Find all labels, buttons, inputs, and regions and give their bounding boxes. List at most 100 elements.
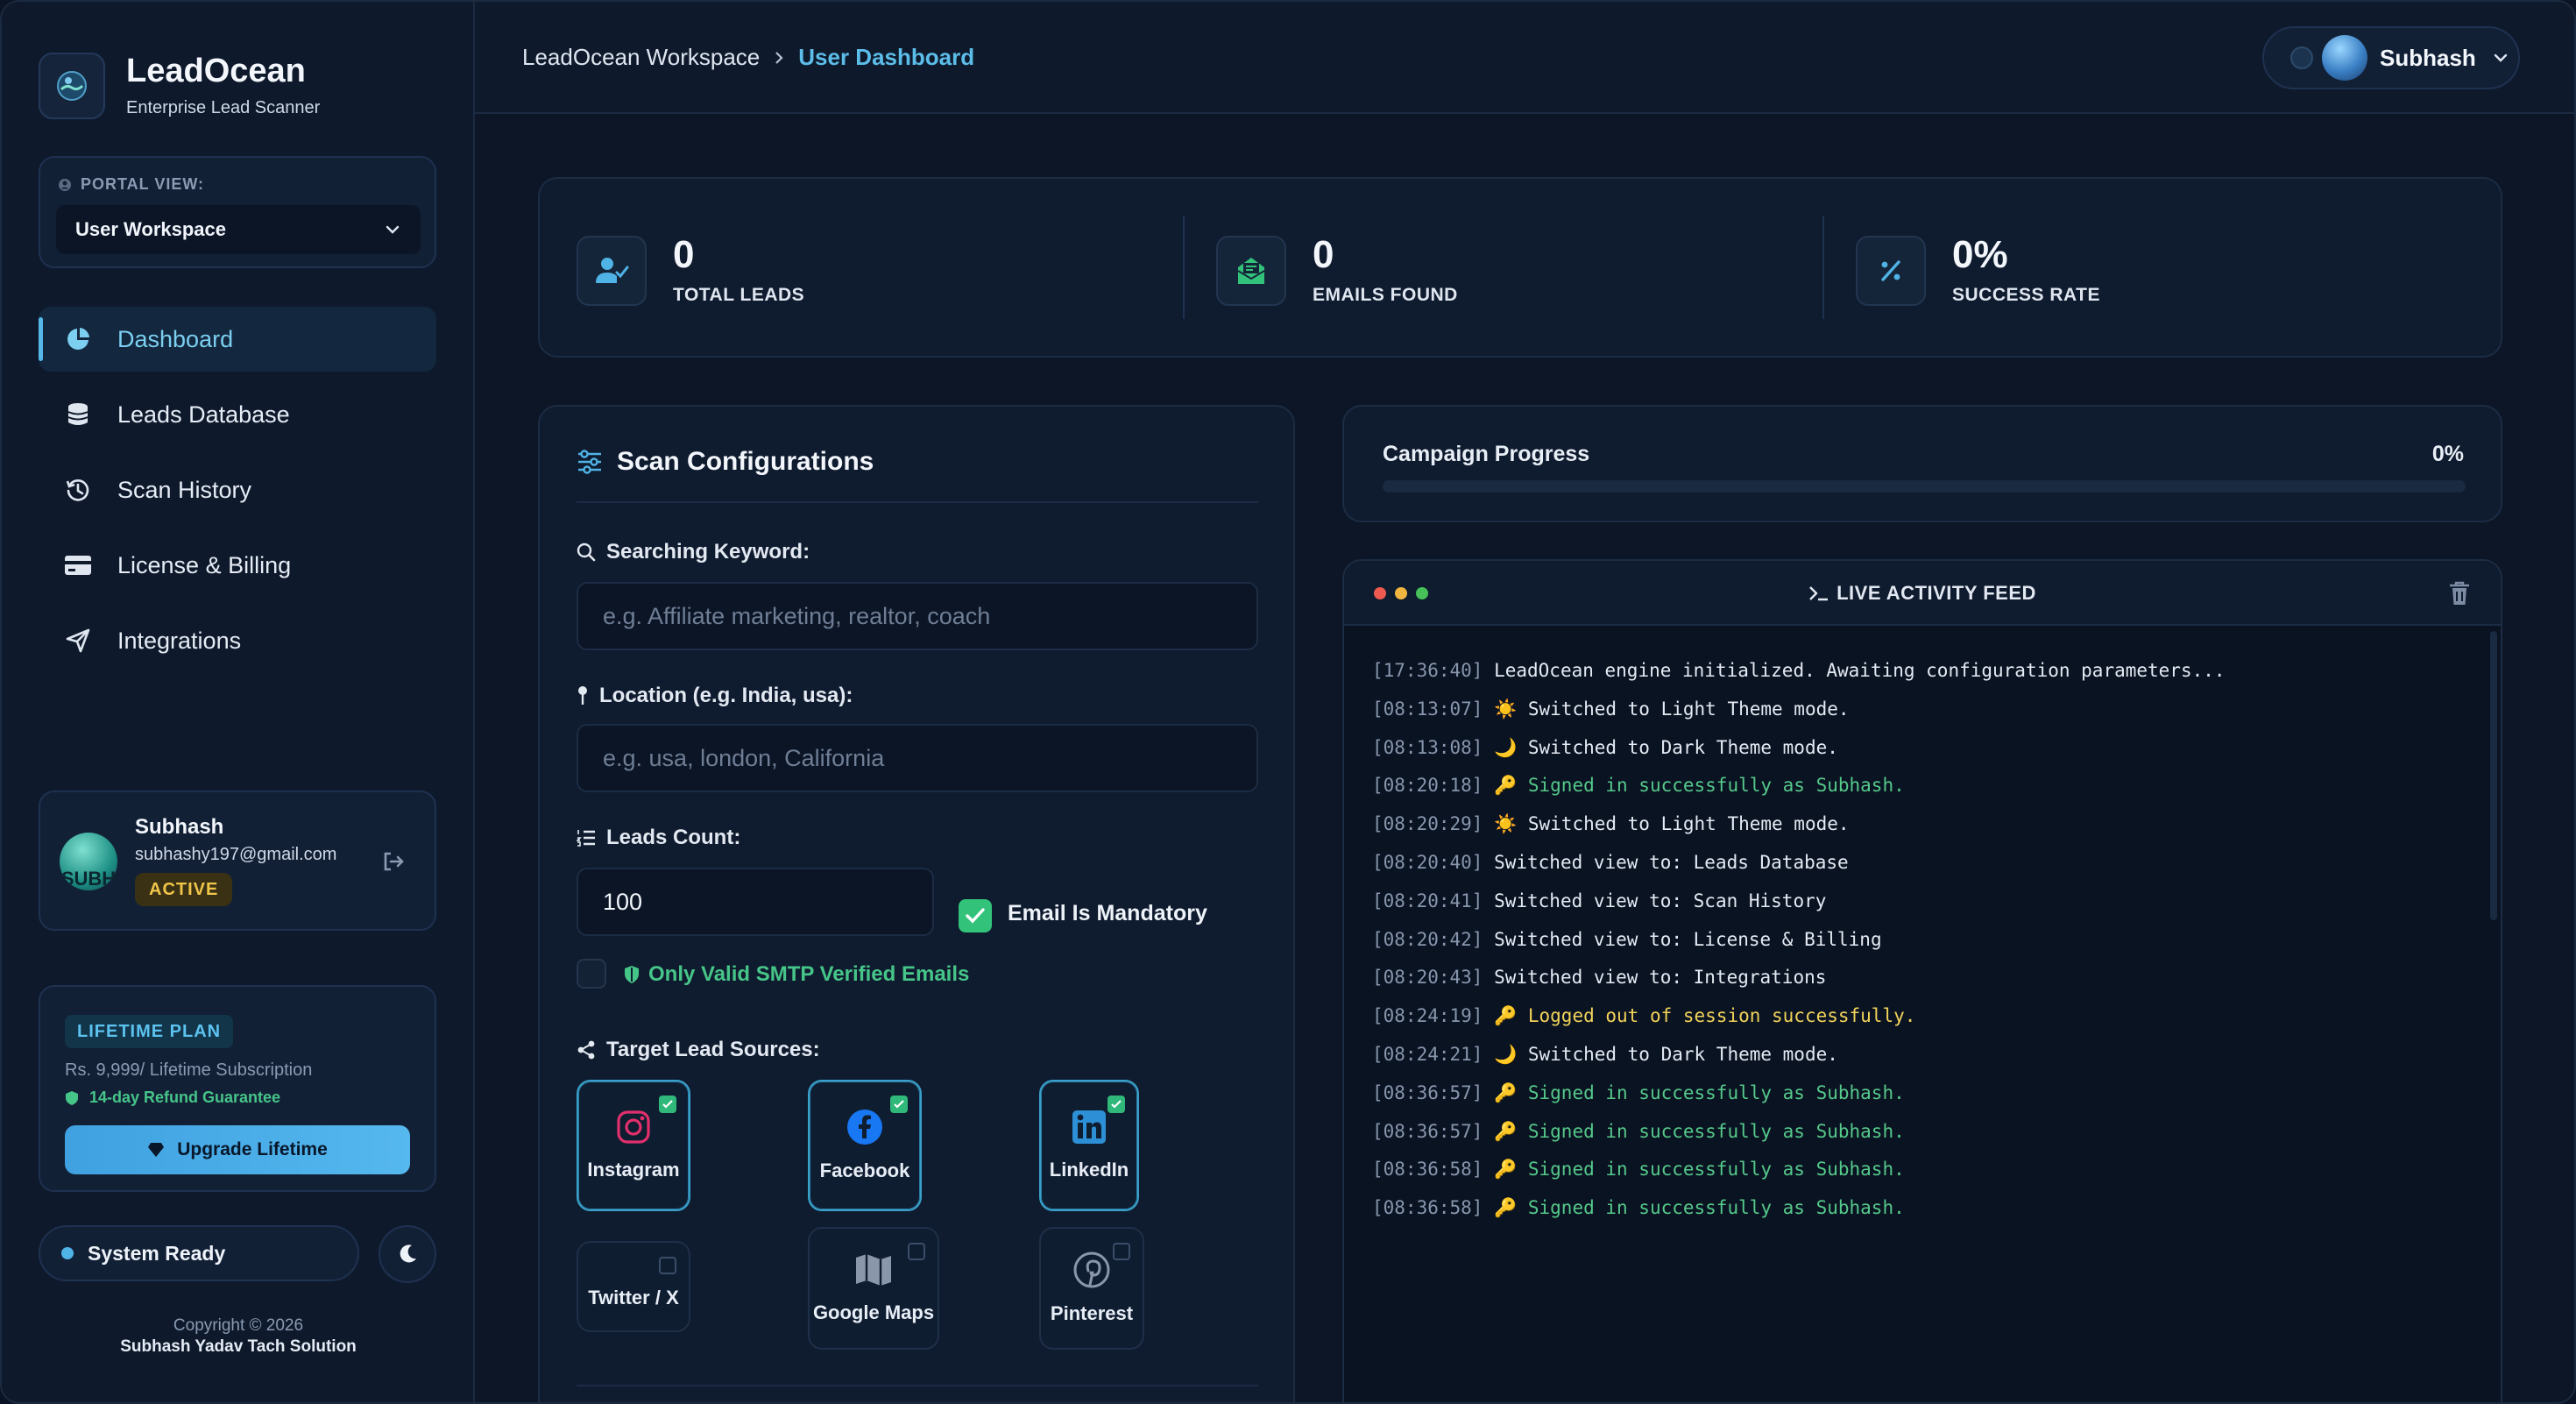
upgrade-lifetime-button[interactable]: Upgrade Lifetime bbox=[65, 1125, 410, 1174]
system-status-pill: System Ready bbox=[39, 1225, 359, 1281]
sidebar-item-leads-database[interactable]: Leads Database bbox=[39, 382, 436, 447]
pinterest-icon bbox=[1073, 1252, 1110, 1288]
log-timestamp: [08:24:21] bbox=[1372, 1043, 1483, 1065]
sidebar-item-integrations[interactable]: Integrations bbox=[39, 608, 436, 673]
checkbox-empty-icon bbox=[908, 1243, 925, 1260]
stats-panel: 0 TOTAL LEADS 0 EMAILS FOUND 0% SUCCESS … bbox=[538, 177, 2502, 358]
smtp-verified-label: Only Valid SMTP Verified Emails bbox=[648, 962, 970, 986]
smtp-verified-checkbox[interactable] bbox=[577, 959, 606, 989]
sidebar-item-label: Leads Database bbox=[117, 401, 290, 428]
log-line: [08:36:58] 🔑 Signed in successfully as S… bbox=[1372, 1189, 2473, 1228]
logout-icon[interactable] bbox=[380, 848, 407, 875]
emails-found-value: 0 bbox=[1313, 233, 1334, 276]
profile-name: Subhash bbox=[2380, 44, 2476, 71]
checkbox-empty-icon bbox=[659, 1257, 676, 1274]
source-google-maps[interactable]: Google Maps bbox=[808, 1227, 939, 1350]
system-status-text: System Ready bbox=[88, 1241, 226, 1265]
portal-icon bbox=[59, 178, 71, 191]
sidebar-item-license-billing[interactable]: License & Billing bbox=[39, 533, 436, 598]
success-rate-value: 0% bbox=[1952, 233, 2008, 276]
plan-card: LIFETIME PLAN Rs. 9,999/ Lifetime Subscr… bbox=[39, 985, 436, 1192]
sidebar-item-dashboard[interactable]: Dashboard bbox=[39, 307, 436, 372]
leads-count-label: Leads Count: bbox=[606, 826, 741, 849]
user-name: Subhash bbox=[135, 815, 224, 839]
scan-config-title: Scan Configurations bbox=[617, 447, 874, 476]
app-window: LeadOcean Enterprise Lead Scanner PORTAL… bbox=[0, 0, 2576, 1404]
brand-title: LeadOcean bbox=[126, 52, 306, 89]
log-line: [08:24:21] 🌙 Switched to Dark Theme mode… bbox=[1372, 1036, 2473, 1074]
portal-view-panel: PORTAL VIEW: User Workspace bbox=[39, 156, 436, 268]
feed-header: LIVE ACTIVITY FEED bbox=[1344, 561, 2501, 626]
log-timestamp: [08:20:18] bbox=[1372, 775, 1483, 797]
keyword-input[interactable]: e.g. Affiliate marketing, realtor, coach bbox=[577, 582, 1258, 650]
theme-toggle-button[interactable] bbox=[379, 1225, 436, 1283]
history-icon bbox=[63, 475, 93, 505]
scan-config-panel: Scan Configurations Searching Keyword: e… bbox=[538, 405, 1295, 1402]
log-timestamp: [08:36:57] bbox=[1372, 1081, 1483, 1103]
source-pinterest[interactable]: Pinterest bbox=[1039, 1227, 1144, 1350]
leads-count-input[interactable]: 100 bbox=[577, 868, 934, 936]
company-name: Subhash Yadav Tach Solution bbox=[120, 1337, 357, 1356]
pie-chart-icon bbox=[63, 324, 93, 354]
portal-view-select[interactable]: User Workspace bbox=[56, 205, 421, 254]
log-message: 🔑 Signed in successfully as Subhash. bbox=[1483, 1120, 1905, 1142]
chevron-right-icon bbox=[775, 51, 783, 64]
source-label: Instagram bbox=[587, 1159, 680, 1181]
pin-icon bbox=[578, 686, 587, 705]
breadcrumb-root[interactable]: LeadOcean Workspace bbox=[522, 44, 760, 71]
scrollbar[interactable] bbox=[2490, 631, 2497, 920]
chevron-down-icon bbox=[2494, 53, 2507, 62]
live-activity-feed: LIVE ACTIVITY FEED [17:36:40] LeadOcean … bbox=[1342, 559, 2502, 1402]
portal-view-value: User Workspace bbox=[75, 218, 227, 240]
plan-refund-text: 14-day Refund Guarantee bbox=[89, 1088, 281, 1106]
log-line: [08:36:57] 🔑 Signed in successfully as S… bbox=[1372, 1113, 2473, 1152]
sliders-icon bbox=[578, 450, 601, 474]
avatar: SUBH bbox=[60, 833, 117, 890]
source-label: Pinterest bbox=[1050, 1302, 1134, 1324]
terminal-icon bbox=[1809, 586, 1829, 601]
trash-icon[interactable] bbox=[2448, 580, 2471, 606]
source-label: LinkedIn bbox=[1049, 1159, 1129, 1181]
copyright: Copyright © 2026 bbox=[173, 1316, 304, 1335]
status-badge: ACTIVE bbox=[135, 873, 233, 906]
stat-emails-found: 0 EMAILS FOUND bbox=[1216, 223, 1458, 319]
keyword-label-row: Searching Keyword: bbox=[577, 540, 810, 564]
emails-found-label: EMAILS FOUND bbox=[1313, 285, 1458, 305]
log-message: Switched view to: Scan History bbox=[1483, 890, 1827, 911]
log-message: 🔑 Logged out of session successfully. bbox=[1483, 1005, 1916, 1027]
log-line: [08:20:18] 🔑 Signed in successfully as S… bbox=[1372, 767, 2473, 805]
source-twitter-x[interactable]: Twitter / X bbox=[577, 1241, 690, 1332]
campaign-progress-title: Campaign Progress bbox=[1383, 442, 1590, 466]
sidebar-item-scan-history[interactable]: Scan History bbox=[39, 457, 436, 522]
log-timestamp: [08:36:58] bbox=[1372, 1159, 1483, 1181]
status-dot-icon bbox=[61, 1247, 74, 1259]
stat-divider bbox=[1822, 216, 1824, 319]
credit-card-icon bbox=[63, 550, 93, 580]
total-leads-value: 0 bbox=[673, 233, 695, 276]
log-line: [08:24:19] 🔑 Logged out of session succe… bbox=[1372, 997, 2473, 1036]
log-timestamp: [08:13:07] bbox=[1372, 698, 1483, 720]
feed-title: LIVE ACTIVITY FEED bbox=[1836, 582, 2036, 604]
location-input[interactable]: e.g. usa, london, California bbox=[577, 724, 1258, 792]
source-instagram[interactable]: Instagram bbox=[577, 1080, 690, 1211]
log-line: [08:20:29] ☀️ Switched to Light Theme mo… bbox=[1372, 805, 2473, 844]
source-facebook[interactable]: Facebook bbox=[808, 1080, 922, 1211]
sidebar-item-label: License & Billing bbox=[117, 551, 292, 578]
email-mandatory-label: Email Is Mandatory bbox=[1008, 901, 1207, 925]
source-linkedin[interactable]: LinkedIn bbox=[1039, 1080, 1139, 1211]
log-message: Switched view to: Leads Database bbox=[1483, 851, 1849, 873]
scan-config-title-row: Scan Configurations bbox=[577, 447, 874, 477]
sources-label: Target Lead Sources: bbox=[606, 1038, 820, 1061]
user-email: subhashy197@gmail.com bbox=[135, 845, 337, 864]
log-message: 🔑 Signed in successfully as Subhash. bbox=[1483, 1081, 1905, 1103]
breadcrumb-current: User Dashboard bbox=[798, 44, 975, 70]
stat-total-leads: 0 TOTAL LEADS bbox=[577, 223, 804, 319]
email-mandatory-checkbox[interactable] bbox=[959, 899, 992, 932]
log-message: 🌙 Switched to Dark Theme mode. bbox=[1483, 1043, 1838, 1065]
log-message: Switched view to: License & Billing bbox=[1483, 928, 1882, 950]
log-timestamp: [08:20:40] bbox=[1372, 851, 1483, 873]
profile-menu-button[interactable]: Subhash bbox=[2262, 26, 2520, 89]
log-timestamp: [08:20:42] bbox=[1372, 928, 1483, 950]
sources-label-row: Target Lead Sources: bbox=[577, 1038, 820, 1062]
checkbox-checked-icon bbox=[890, 1096, 908, 1113]
